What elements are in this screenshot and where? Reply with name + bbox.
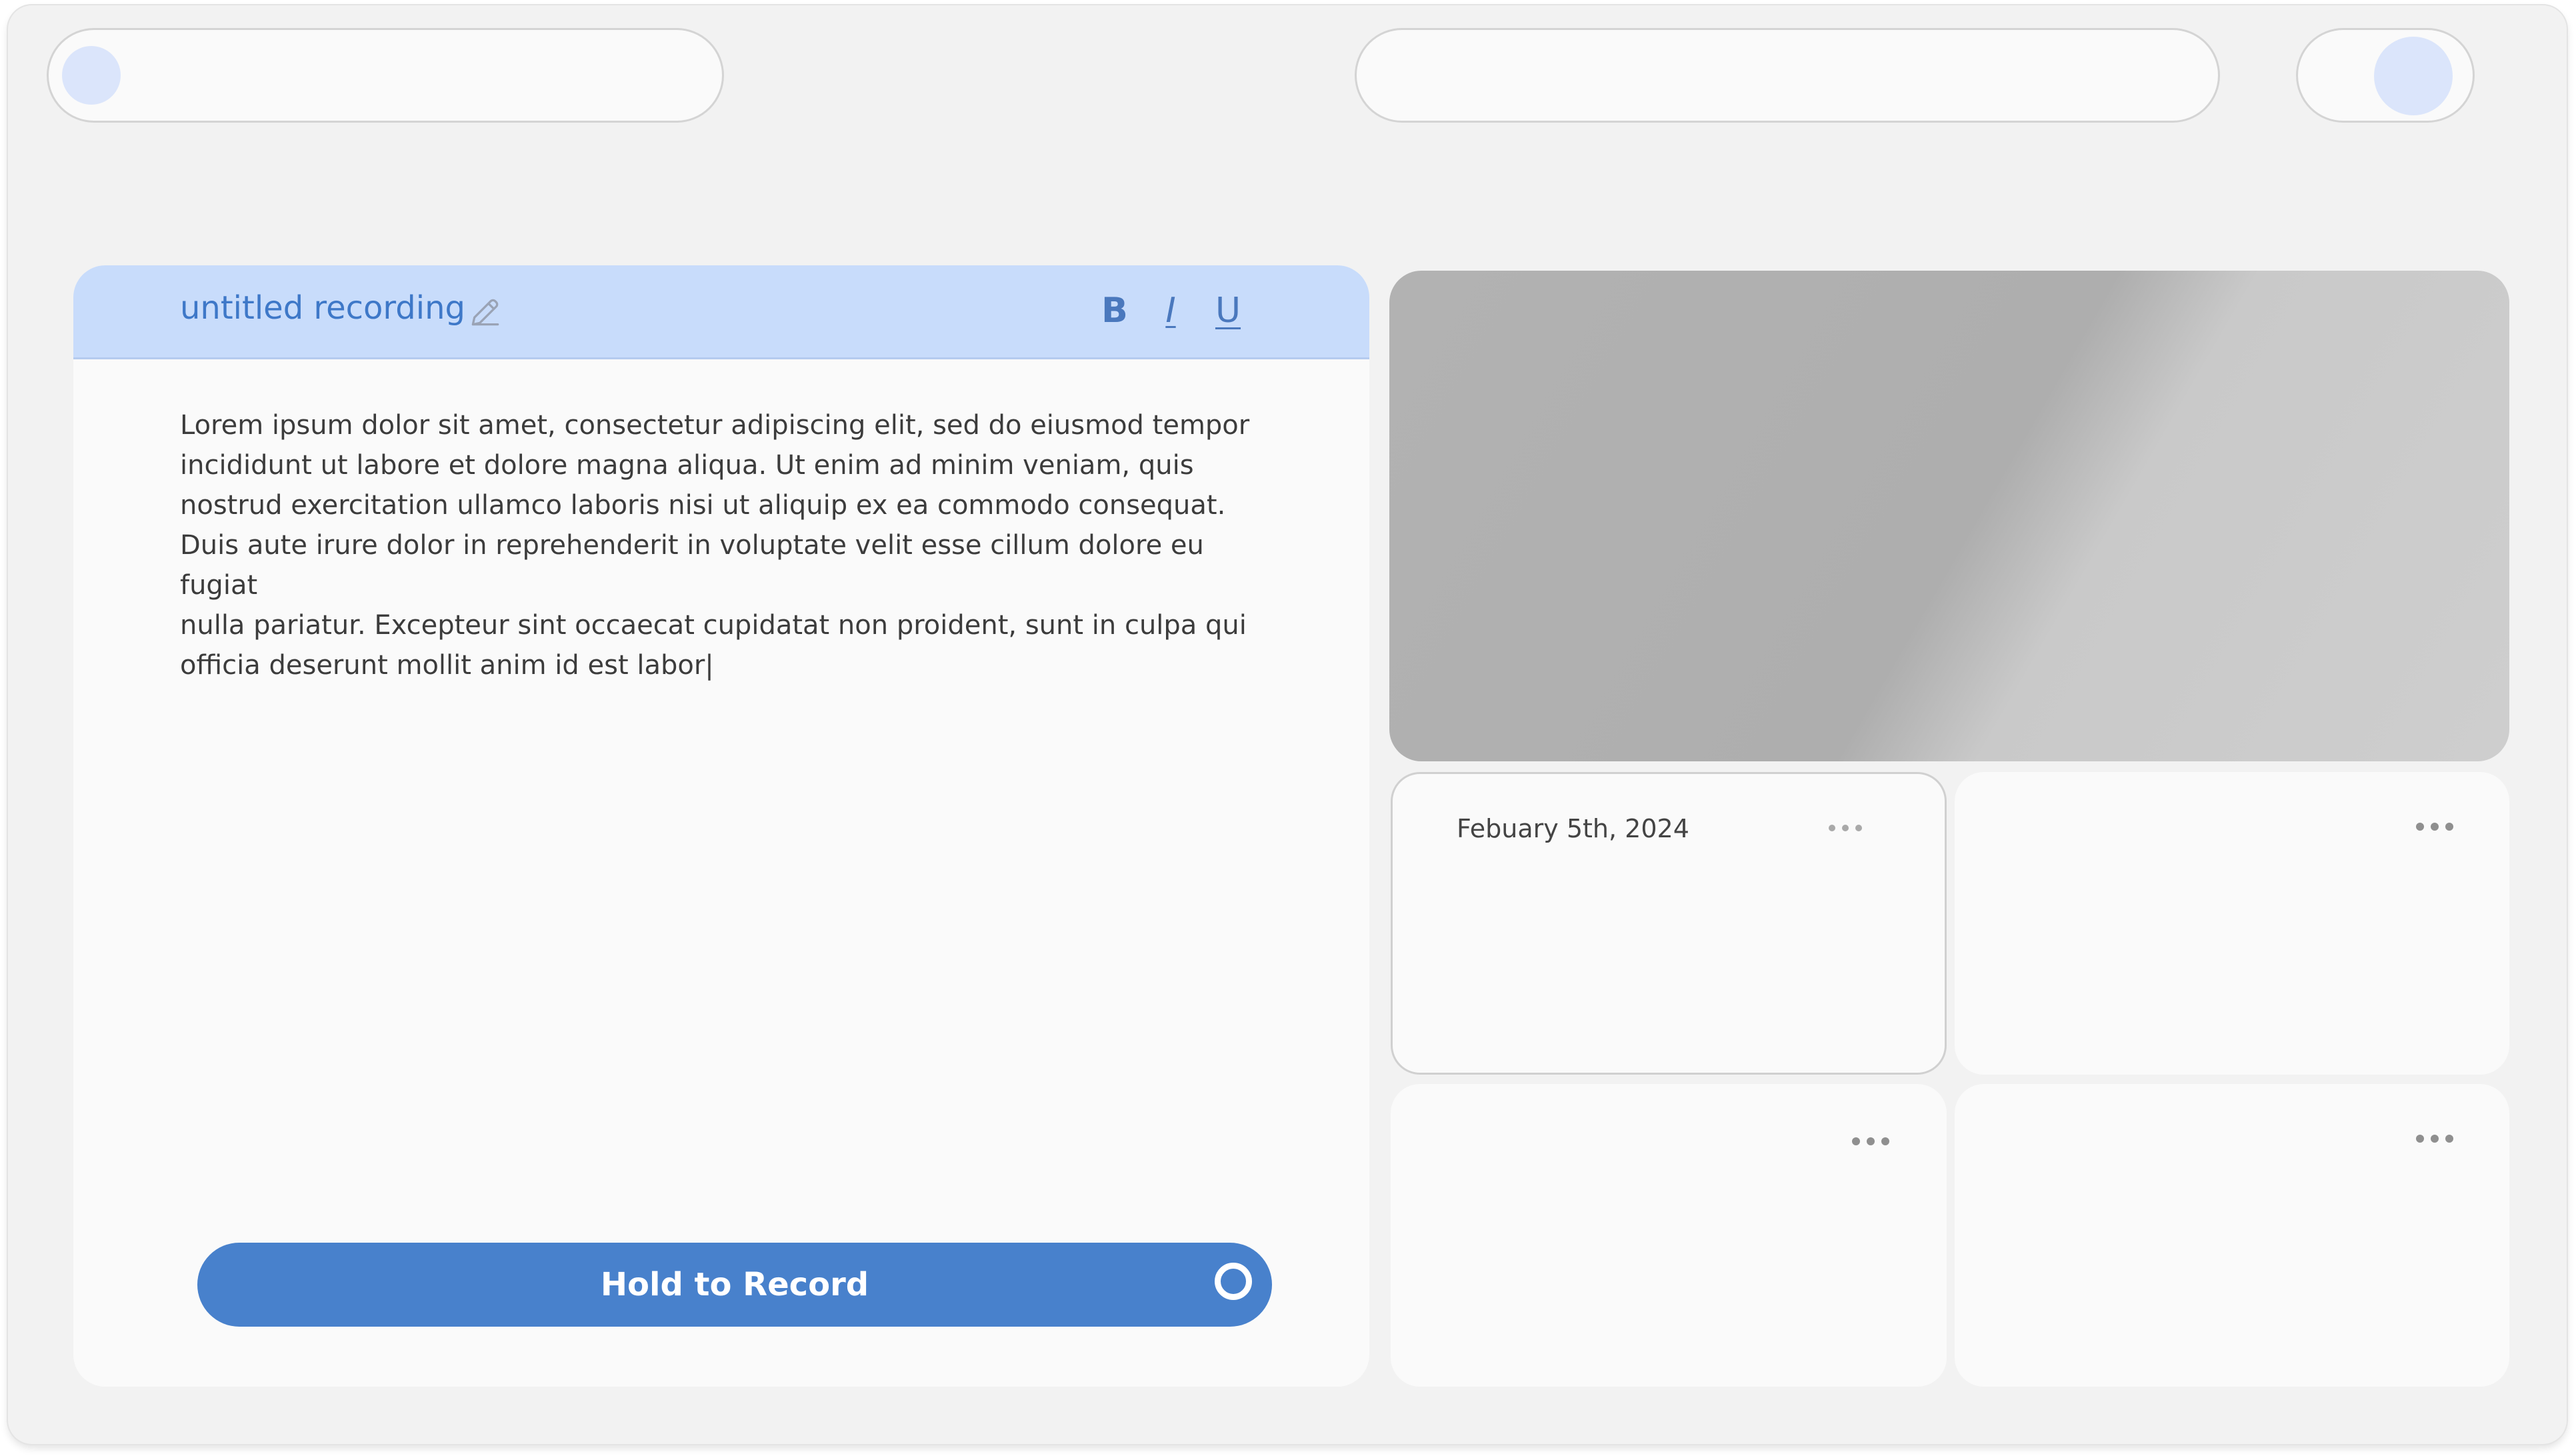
profile-pill[interactable] xyxy=(47,28,724,123)
underline-button[interactable]: U xyxy=(1208,289,1248,332)
bold-button[interactable]: B xyxy=(1095,289,1135,332)
more-horizontal-icon[interactable] xyxy=(1852,1137,1889,1145)
record-button-label: Hold to Record xyxy=(600,1266,869,1303)
recording-card[interactable] xyxy=(1955,1084,2509,1387)
app-window: untitled recording B I U Lorem ipsum dol… xyxy=(8,5,2567,1444)
record-circle-icon xyxy=(1215,1263,1252,1300)
recording-title[interactable]: untitled recording xyxy=(180,289,465,327)
transcript-text[interactable]: Lorem ipsum dolor sit amet, consectetur … xyxy=(180,405,1273,685)
account-avatar[interactable] xyxy=(2374,37,2453,115)
italic-button[interactable]: I xyxy=(1151,289,1191,332)
editor-header: untitled recording B I U xyxy=(73,265,1369,359)
recording-card[interactable] xyxy=(1955,772,2509,1075)
hold-to-record-button[interactable]: Hold to Record xyxy=(197,1243,1272,1327)
avatar[interactable] xyxy=(62,46,121,105)
account-pill[interactable] xyxy=(2296,28,2475,123)
editor-panel: untitled recording B I U Lorem ipsum dol… xyxy=(73,265,1369,1387)
search-pill[interactable] xyxy=(1355,28,2220,123)
card-date: Febuary 5th, 2024 xyxy=(1457,814,1689,843)
more-horizontal-icon[interactable] xyxy=(1829,825,1862,831)
more-horizontal-icon[interactable] xyxy=(2416,823,2453,831)
pencil-icon[interactable] xyxy=(467,293,504,331)
recording-card[interactable] xyxy=(1391,1084,1947,1387)
image-placeholder xyxy=(1389,271,2509,761)
more-horizontal-icon[interactable] xyxy=(2416,1135,2453,1143)
recording-card[interactable]: Febuary 5th, 2024 xyxy=(1391,772,1947,1075)
